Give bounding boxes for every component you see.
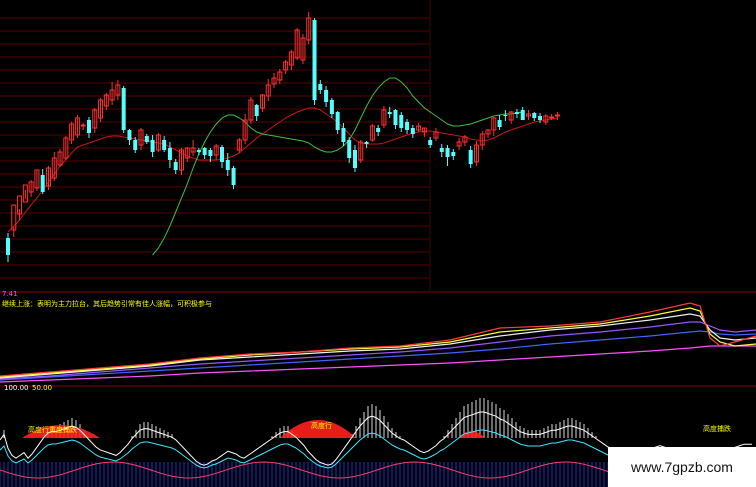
indicator-value-1: 100.00 [4, 384, 29, 392]
candle-down [451, 152, 456, 156]
candle-up [549, 116, 555, 119]
indicator-line-red [0, 302, 756, 377]
indicator-line-blue [0, 330, 756, 381]
candle-down [532, 113, 537, 118]
indicator-value-2: 50.00 [32, 384, 53, 392]
indicator-line-purple [0, 321, 756, 380]
candle-down [335, 112, 340, 130]
candle-down [202, 148, 207, 155]
ma-value-label: 7.41 [2, 290, 18, 298]
candle-down [225, 160, 230, 170]
candle-down [40, 175, 45, 192]
candle-down [329, 100, 334, 114]
candle-down [428, 140, 433, 145]
region-label-3: 高度捕跌 [703, 425, 731, 433]
candle-down [393, 110, 398, 125]
candle-down [173, 162, 178, 170]
candle-down [445, 148, 450, 157]
candle-down [341, 128, 346, 142]
candle-down [162, 140, 167, 150]
candle-down [410, 128, 415, 134]
candle-down [133, 140, 138, 150]
candle-down [439, 148, 444, 152]
candle-down [353, 150, 357, 168]
moving-average-indicator [0, 302, 756, 383]
candle-down [387, 112, 392, 114]
candle-down [347, 140, 352, 158]
ma-short-line [152, 77, 523, 256]
candle-down [144, 136, 149, 142]
candle-down [196, 150, 201, 152]
condition-text: 继续上涨：表明为主力拉台，其后趋势引常有佳人涨幅，可积极参与 [2, 300, 212, 308]
candle-down [167, 148, 172, 160]
candle-down [514, 112, 519, 114]
candle-up [80, 124, 86, 127]
candle-down [376, 128, 381, 132]
candle-down [150, 140, 155, 152]
region-label-2: 高度行 [311, 422, 332, 430]
candle-down [208, 150, 213, 156]
candle-down [86, 120, 91, 133]
candle-down [503, 115, 508, 116]
candle-down [254, 105, 259, 116]
candle-down [324, 90, 329, 102]
candle-down [6, 238, 10, 255]
candle-down [312, 20, 317, 100]
candle-down [520, 110, 525, 120]
site-watermark: www.7gpzb.com [608, 447, 756, 487]
candle-down [231, 168, 236, 185]
candle-down [399, 115, 404, 128]
candle-down [364, 142, 369, 144]
candle-down [538, 116, 543, 120]
candle-up [554, 114, 560, 117]
candlestick-chart [6, 12, 560, 262]
candle-down [405, 122, 410, 130]
candle-down [468, 150, 473, 164]
region-label-1: 高度行重度捕跌 [28, 426, 77, 434]
candle-down [121, 88, 126, 130]
chart-canvas [0, 0, 756, 487]
candle-down [127, 130, 132, 140]
candle-down [219, 147, 224, 162]
candle-down [318, 84, 323, 90]
candle-down [497, 120, 502, 127]
indicator-line-magenta [0, 345, 756, 383]
price-gridlines [0, 0, 431, 290]
